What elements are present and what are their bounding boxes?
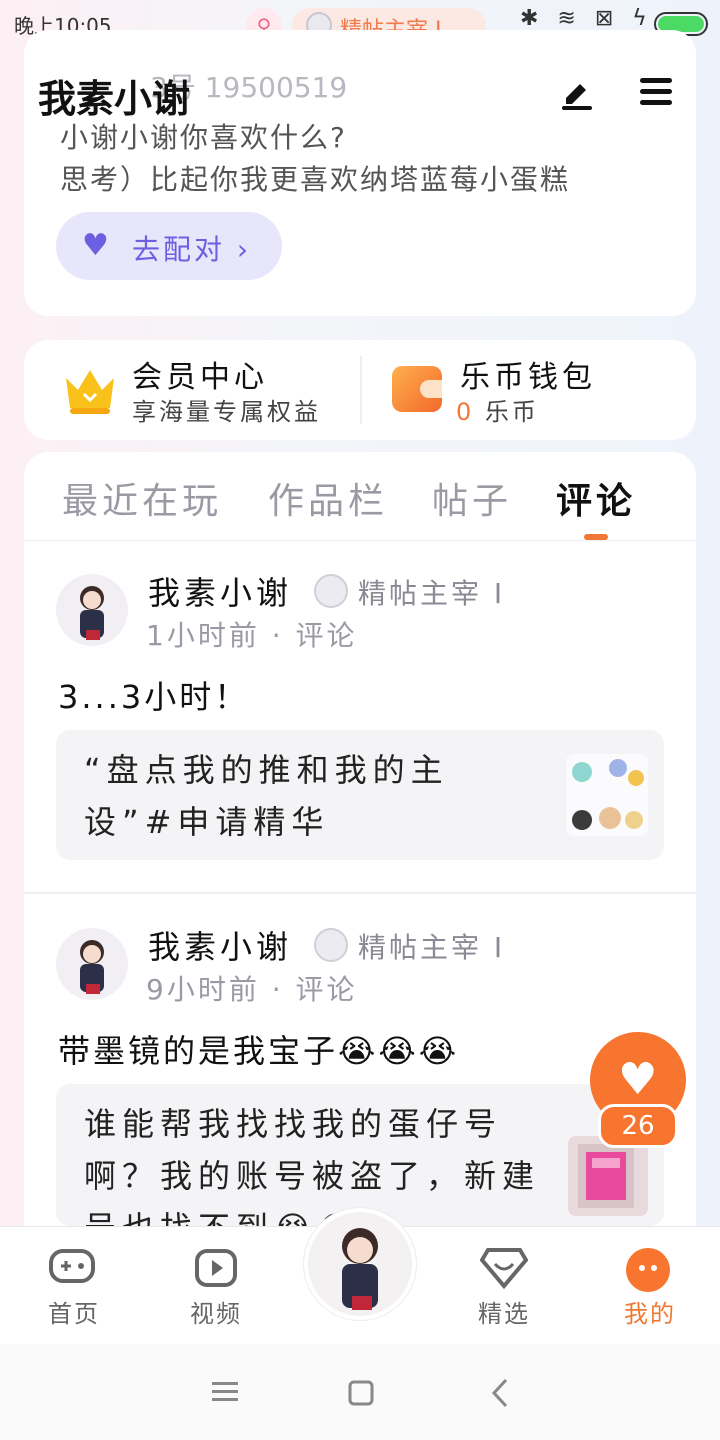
system-status-icons: ✱ ≋ ⊠ ϟ [520,6,653,31]
tab-comments[interactable]: 评论 [556,472,636,524]
like-count: 26 [598,1104,678,1148]
edit-icon[interactable] [560,76,594,110]
vip-center-subtitle: 享海量专属权益 [132,398,321,426]
tabs-divider [24,540,696,541]
nav-featured-label[interactable]: 精选 [478,1294,530,1329]
quoted-post-line-3: 号也找不到😭😭 [84,1202,361,1226]
wallet-title[interactable]: 乐币钱包 [460,352,596,396]
match-button-label: 去配对 › [132,233,252,266]
nav-home-label[interactable]: 首页 [48,1294,100,1329]
vip-center-title[interactable]: 会员中心 [132,352,268,396]
post-author-badge: 精帖主宰 I [358,931,506,964]
post-author[interactable]: 我素小谢 [148,568,292,614]
quoted-post-line-2: 啊？我的账号被盗了，新建 [84,1157,541,1195]
menu-icon[interactable] [640,78,672,106]
divider [360,356,362,424]
post-text[interactable]: 3...3小时！ [58,672,249,718]
wallet-clasp-shape [420,380,442,398]
profile-bio-line-1: 小谢小谢你喜欢什么? [60,121,347,154]
title-badge-icon [314,928,348,962]
tab-posts[interactable]: 帖子 [432,472,512,524]
quoted-post-thumbnail [568,1136,648,1216]
gamepad-icon[interactable] [48,1248,96,1288]
profile-bio-line-2: 思考）比起你我更喜欢纳塔蓝莓小蛋糕 [60,163,571,196]
play-icon[interactable] [194,1248,238,1288]
nav-video-label[interactable]: 视频 [190,1294,242,1329]
nav-center-avatar[interactable] [304,1208,416,1320]
tab-works[interactable]: 作品栏 [268,472,388,524]
crying-emoji-icon: 😭😭😭 [338,1032,460,1070]
post-divider [24,892,696,894]
post-text[interactable]: 带墨镜的是我宝子😭😭😭 [58,1026,459,1072]
heart-icon: ♥ [618,1054,658,1105]
nav-mine-label[interactable]: 我的 [624,1294,676,1329]
quoted-post-line-1: 谁能帮我找找我的蛋仔号 [84,1105,503,1143]
tab-recent[interactable]: 最近在玩 [62,472,222,524]
post-meta: 9小时前 · 评论 [146,973,358,1006]
heart-diamond-icon[interactable] [480,1246,528,1290]
profile-name: 我素小谢 [38,77,191,121]
post-meta: 1小时前 · 评论 [146,619,358,652]
quoted-post-line-1: “盘点我的推和我的主 [84,751,449,789]
avatar[interactable] [56,928,128,1000]
face-icon[interactable] [626,1248,670,1292]
avatar[interactable] [56,574,128,646]
heart-icon: ♥ [82,228,109,263]
wallet-balance: 0 乐币 [456,392,539,427]
quoted-post-thumbnail [566,754,648,836]
post-author[interactable]: 我素小谢 [148,922,292,968]
crown-icon[interactable] [62,364,118,416]
quoted-post-line-2: 设”#申请精华 [84,803,330,841]
title-badge-icon [314,574,348,608]
recent-apps-icon[interactable] [212,1380,238,1404]
post-text-body: 带墨镜的是我宝子 [58,1032,339,1070]
home-icon[interactable] [348,1380,374,1406]
post-author-badge: 精帖主宰 I [358,577,506,610]
wallet-unit: 乐币 [484,398,539,426]
back-icon[interactable] [490,1378,510,1408]
wallet-amount: 0 [456,398,475,426]
